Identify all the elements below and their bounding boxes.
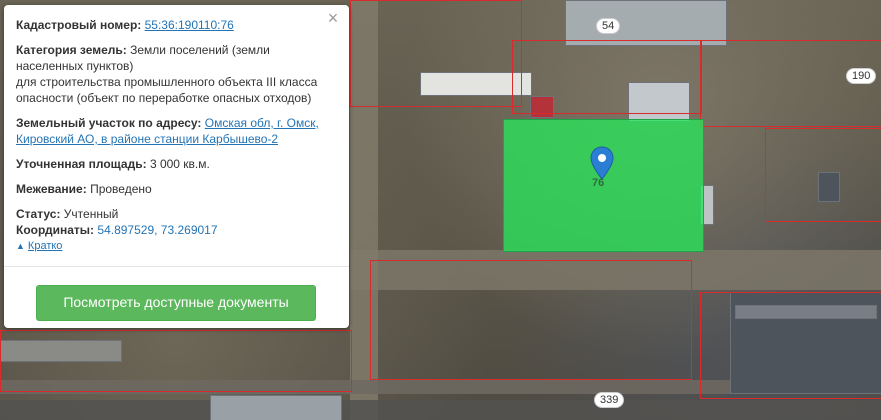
- parcel-boundary: [765, 128, 881, 222]
- collapse-toggle[interactable]: ▲ Кратко: [16, 240, 337, 252]
- status-value: Учтенный: [63, 207, 119, 221]
- cadastral-label: Кадастровый номер:: [16, 18, 142, 32]
- area-label: Уточненная площадь:: [16, 157, 147, 171]
- category-row: Категория земель: Земли поселений (земли…: [16, 42, 337, 106]
- view-documents-button[interactable]: Посмотреть доступные документы: [36, 285, 316, 321]
- parcel-boundary: [350, 0, 522, 107]
- address-label: Земельный участок по адресу:: [16, 116, 202, 130]
- survey-row: Межевание: Проведено: [16, 181, 337, 197]
- parcel-label[interactable]: 190: [846, 68, 877, 84]
- area-value: 3 000 кв.м.: [149, 157, 210, 171]
- coords-row: Координаты: 54.897529, 73.269017: [16, 222, 337, 238]
- caret-up-icon: ▲: [16, 241, 25, 251]
- parcel-boundary: [0, 330, 352, 392]
- address-row: Земельный участок по адресу: Омская обл,…: [16, 115, 337, 147]
- close-icon[interactable]: ×: [325, 9, 341, 27]
- cadastral-row: Кадастровый номер: 55:36:190110:76: [16, 17, 337, 33]
- map-pin-icon[interactable]: [590, 146, 614, 180]
- parcel-boundary: [512, 40, 702, 114]
- status-label: Статус:: [16, 207, 61, 221]
- coords-value: 54.897529, 73.269017: [97, 223, 218, 237]
- parcel-boundary: [700, 292, 881, 399]
- survey-label: Межевание:: [16, 182, 87, 196]
- coords-label: Координаты:: [16, 223, 95, 237]
- parcel-label[interactable]: 54: [596, 18, 621, 34]
- status-row: Статус: Учтенный: [16, 206, 337, 222]
- building: [210, 395, 342, 420]
- cadastral-number-link[interactable]: 55:36:190110:76: [145, 18, 234, 32]
- area-row: Уточненная площадь: 3 000 кв.м.: [16, 156, 337, 172]
- parcel-boundary: [370, 260, 692, 380]
- survey-value: Проведено: [90, 182, 152, 196]
- collapse-link[interactable]: Кратко: [28, 240, 63, 252]
- divider: [4, 266, 349, 267]
- rail-track: [0, 400, 881, 420]
- category-purpose: для строительства промышленного объекта …: [16, 75, 318, 105]
- parcel-info-popup: × Кадастровый номер: 55:36:190110:76 Кат…: [4, 5, 349, 328]
- category-label: Категория земель:: [16, 43, 127, 57]
- parcel-label[interactable]: 339: [594, 392, 625, 408]
